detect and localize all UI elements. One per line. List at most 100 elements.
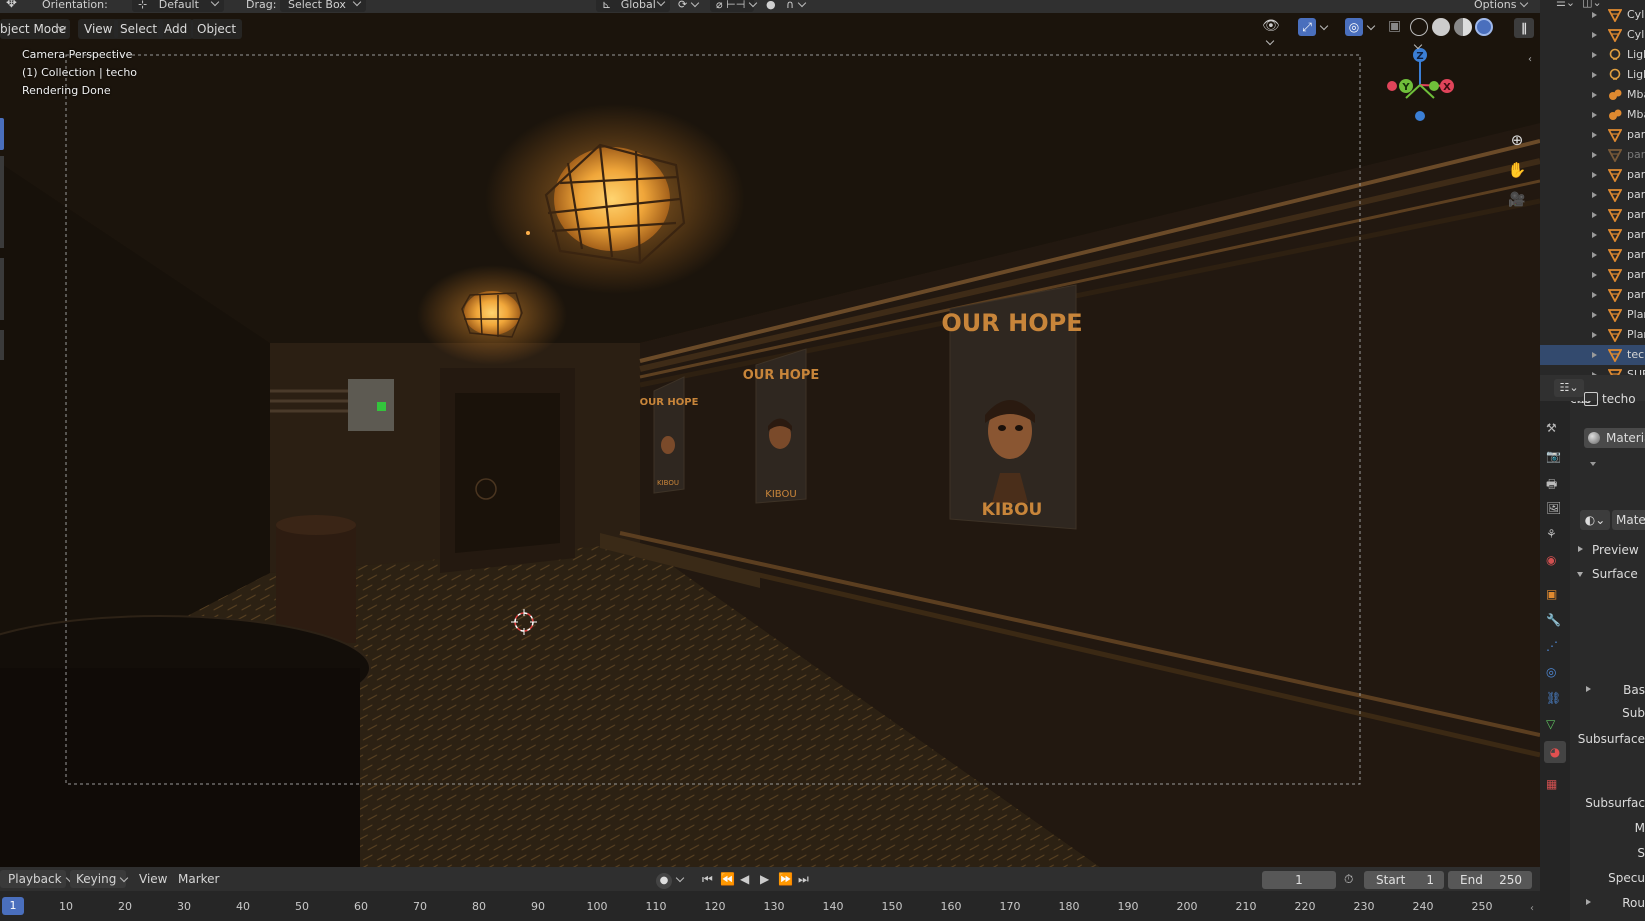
falloff-icon[interactable]: ∩ [786, 0, 807, 12]
timeline-ruler[interactable]: 1 10 20 30 40 50 60 70 80 90 100 110 120… [0, 891, 1540, 921]
expand-arrow-icon[interactable] [1592, 52, 1597, 58]
expand-arrow-icon[interactable] [1592, 172, 1597, 178]
timeline-editor[interactable]: Playback Keying View Marker ● ⏮ ⏪ ◀ ▶ ⏩ … [0, 867, 1540, 921]
solid-shading-icon[interactable] [1431, 18, 1450, 36]
toolbar-stub-3[interactable] [0, 258, 4, 320]
toolbar-stub-4[interactable] [0, 330, 4, 360]
current-frame-field[interactable]: 1 [1262, 871, 1336, 889]
slot-expand-icon[interactable] [1590, 462, 1596, 466]
start-frame-field[interactable]: Start 1 [1364, 871, 1444, 889]
outliner-row[interactable]: Ligh [1540, 45, 1645, 65]
transform-tool-icon[interactable]: ✥ [6, 0, 17, 11]
prev-keyframe-icon[interactable]: ⏪ [720, 870, 735, 888]
timeline-collapse-icon[interactable]: ‹ [1530, 903, 1534, 914]
play-icon[interactable]: ▶ [760, 870, 769, 888]
expand-arrow-icon[interactable] [1592, 92, 1597, 98]
outliner-row[interactable]: pare [1540, 265, 1645, 285]
expand-arrow-icon[interactable] [1592, 232, 1597, 238]
playhead-frame-indicator[interactable]: 1 [2, 897, 24, 915]
toolbar-stub-1[interactable] [0, 118, 4, 150]
proportional-edit-icon[interactable]: ● [766, 0, 776, 12]
expand-arrow-icon[interactable] [1592, 292, 1597, 298]
outliner-row[interactable]: pare [1540, 285, 1645, 305]
particles-tab-icon[interactable]: ⋰ [1546, 639, 1564, 657]
outliner-row[interactable]: Mba [1540, 85, 1645, 105]
expand-arrow-icon[interactable] [1592, 112, 1597, 118]
output-tab-icon[interactable]: 🖶 [1546, 475, 1564, 493]
mode-dropdown[interactable]: bject Mode [0, 19, 70, 39]
orientation-dropdown[interactable]: ⊹ Default [132, 0, 224, 12]
expand-arrow-icon[interactable] [1592, 132, 1597, 138]
outliner-row[interactable]: pare [1540, 245, 1645, 265]
material-shading-icon[interactable] [1453, 18, 1472, 36]
playback-menu[interactable]: Playback [0, 870, 74, 888]
options-dropdown[interactable]: Options [1474, 0, 1529, 12]
sidebar-toggle-icon[interactable]: ‹ [1528, 54, 1532, 65]
viewport-menu-select[interactable]: Select [114, 19, 164, 39]
expand-arrow-icon[interactable] [1592, 32, 1597, 38]
camera-view-icon[interactable]: 🎥 [1505, 188, 1529, 212]
preview-panel-header[interactable]: Preview [1576, 540, 1645, 560]
expand-arrow-icon[interactable] [1592, 12, 1597, 18]
wireframe-shading-icon[interactable] [1410, 18, 1428, 36]
viewport-menu-view[interactable]: View [78, 19, 119, 39]
editor-type-icon[interactable]: ☷⌄ [1554, 379, 1584, 397]
outliner-row[interactable]: pare [1540, 145, 1645, 165]
scene-tab-icon[interactable]: ⚘ [1546, 527, 1564, 545]
browse-material-button[interactable]: ◐⌄ [1580, 510, 1610, 530]
expand-arrow-icon[interactable] [1592, 252, 1597, 258]
expand-arrow-icon[interactable] [1592, 192, 1597, 198]
outliner[interactable]: ☰⌄ ◫⌄ CylCyliLighLighMbaMbaparepareparep… [1540, 0, 1645, 375]
play-reverse-icon[interactable]: ◀ [740, 870, 749, 888]
physics-tab-icon[interactable]: ◎ [1546, 665, 1564, 683]
viewport-menu-object[interactable]: Object [191, 19, 243, 39]
pan-hand-icon[interactable]: ✋ [1505, 158, 1529, 182]
outliner-row[interactable]: pare [1540, 165, 1645, 185]
preview-range-icon[interactable]: ⏱ [1344, 870, 1353, 888]
viewport-menu-add[interactable]: Add [158, 19, 194, 39]
world-tab-icon[interactable]: ◉ [1546, 553, 1564, 571]
pivot-point-icon[interactable]: ⟳ [678, 0, 700, 12]
expand-arrow-icon[interactable] [1592, 152, 1597, 158]
snap-toggle-icon[interactable]: ⌀ ⊢⊣ [710, 0, 758, 12]
overlays-toggle-icon[interactable]: ◎ [1345, 18, 1383, 40]
timeline-view-menu[interactable]: View [139, 870, 167, 888]
pause-render-icon[interactable]: ∥ [1514, 18, 1534, 38]
material-tab-icon[interactable]: ◕ [1544, 741, 1566, 763]
expand-arrow-icon[interactable] [1592, 352, 1597, 358]
rendered-shading-icon[interactable] [1475, 18, 1494, 36]
marker-menu[interactable]: Marker [178, 870, 219, 888]
modifier-tab-icon[interactable]: 🔧 [1546, 613, 1564, 631]
view-layer-tab-icon[interactable]: 🖼 [1546, 501, 1564, 519]
transform-orientation-dropdown[interactable]: ⊾ Global [596, 0, 670, 12]
data-tab-icon[interactable]: ▽ [1546, 717, 1564, 735]
zoom-icon[interactable]: ⊕ [1505, 128, 1529, 152]
toolbar-stub-2[interactable] [0, 156, 4, 248]
texture-tab-icon[interactable]: ▦ [1546, 777, 1564, 795]
outliner-row[interactable]: Ligh [1540, 65, 1645, 85]
expand-arrow-icon[interactable] [1592, 332, 1597, 338]
drag-dropdown[interactable]: Select Box [280, 0, 366, 12]
surface-panel-header[interactable]: Surface [1576, 564, 1645, 584]
outliner-row[interactable]: SUELO [1540, 365, 1645, 375]
outliner-row[interactable]: Plan [1540, 305, 1645, 325]
next-keyframe-icon[interactable]: ⏩ [778, 870, 793, 888]
render-tab-icon[interactable]: 📷 [1546, 449, 1564, 467]
expand-arrow-icon[interactable] [1592, 312, 1597, 318]
end-frame-field[interactable]: End 250 [1448, 871, 1532, 889]
keying-menu[interactable]: Keying [70, 870, 129, 888]
3d-viewport[interactable]: OUR HOPE KIBOU OUR HOPE KIBOU OUR HOPE K… [0, 13, 1540, 867]
gizmo-toggle-icon[interactable]: ⤢ [1298, 18, 1336, 40]
outliner-row[interactable]: Cyli [1540, 25, 1645, 45]
outliner-row[interactable]: Cyl [1540, 5, 1645, 25]
visibility-icon[interactable]: 👁 [1262, 18, 1288, 46]
auto-keying-record-icon[interactable]: ● [656, 870, 690, 889]
expand-arrow-icon[interactable] [1592, 72, 1597, 78]
constraints-tab-icon[interactable]: ⛓ [1546, 691, 1564, 709]
expand-arrow-icon[interactable] [1592, 272, 1597, 278]
object-tab-icon[interactable]: ▣ [1546, 587, 1564, 605]
material-slot-row[interactable]: Materia [1584, 428, 1645, 448]
outliner-row[interactable]: Mba [1540, 105, 1645, 125]
jump-end-icon[interactable]: ⏭ [798, 870, 809, 888]
outliner-row[interactable]: pare [1540, 125, 1645, 145]
